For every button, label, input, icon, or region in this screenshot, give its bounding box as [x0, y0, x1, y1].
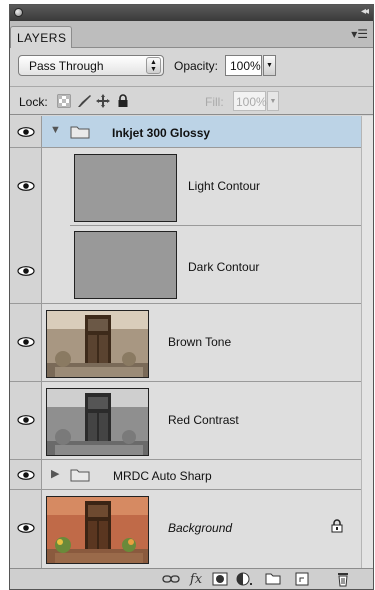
folder-icon: [70, 126, 90, 139]
visibility-toggle[interactable]: [10, 148, 42, 226]
disclosure-triangle-collapsed-icon[interactable]: ▶: [51, 467, 59, 480]
lock-transparent-pixels-icon[interactable]: [57, 94, 71, 108]
layer-row-background[interactable]: Background: [42, 490, 361, 568]
eye-icon: [17, 523, 35, 533]
layer-thumbnail: [74, 231, 177, 299]
layer-name: Dark Contour: [188, 260, 260, 274]
collapse-arrows-icon[interactable]: ◂◂: [361, 6, 369, 17]
new-layer-icon[interactable]: [293, 572, 311, 588]
layer-style-fx-icon[interactable]: fx: [187, 572, 205, 588]
fill-label: Fill:: [205, 95, 224, 109]
layer-thumbnail: [46, 310, 149, 378]
layer-name: Brown Tone: [168, 335, 232, 349]
blend-mode-select[interactable]: Pass Through ▲ ▼: [18, 55, 164, 76]
opacity-label: Opacity:: [174, 59, 219, 73]
visibility-toggle[interactable]: [10, 304, 42, 382]
bottom-toolbar: fx: [10, 568, 373, 589]
fill-field[interactable]: 100%: [233, 91, 267, 111]
lock-label: Lock:: [19, 95, 48, 109]
eye-icon: [17, 337, 35, 347]
layer-name: Light Contour: [188, 179, 261, 193]
folder-icon: [70, 469, 90, 482]
lock-row: Lock: Fill: 100% ▼: [10, 87, 373, 115]
layer-name: Red Contrast: [168, 413, 239, 427]
opacity-field[interactable]: 100%: [225, 55, 262, 76]
layer-row-brown-tone[interactable]: Brown Tone: [42, 304, 361, 382]
layer-name: Inkjet 300 Glossy: [112, 126, 211, 140]
layer-row-group-mrdc[interactable]: ▶ MRDC Auto Sharp: [42, 460, 361, 490]
close-icon[interactable]: [14, 8, 23, 17]
lock-icon: [331, 519, 343, 533]
visibility-toggle[interactable]: [10, 382, 42, 460]
layer-mask-icon[interactable]: [211, 572, 229, 588]
eye-icon: [17, 181, 35, 191]
eye-icon: [17, 415, 35, 425]
layer-row-dark-contour[interactable]: Dark Contour: [70, 226, 361, 304]
eye-icon: [17, 127, 35, 137]
layer-thumbnail: [46, 388, 149, 456]
visibility-toggle[interactable]: [10, 226, 42, 304]
tab-layers[interactable]: LAYERS: [10, 26, 72, 48]
lock-all-icon[interactable]: [116, 94, 130, 108]
visibility-toggle[interactable]: [10, 460, 42, 490]
scrollbar[interactable]: [361, 116, 373, 568]
lock-position-icon[interactable]: [96, 94, 110, 108]
layer-name: MRDC Auto Sharp: [113, 469, 212, 483]
layer-row-light-contour[interactable]: Light Contour: [70, 148, 361, 226]
layer-row-group-inkjet[interactable]: ▼ Inkjet 300 Glossy: [42, 116, 361, 148]
blend-mode-value: Pass Through: [29, 59, 104, 73]
trash-icon[interactable]: [334, 572, 352, 588]
visibility-toggle[interactable]: [10, 116, 42, 148]
disclosure-triangle-expanded-icon[interactable]: ▼: [50, 124, 61, 136]
layer-row-red-contrast[interactable]: Red Contrast: [42, 382, 361, 460]
lock-image-pixels-icon[interactable]: [76, 94, 91, 108]
chevron-updown-icon: ▲ ▼: [146, 57, 161, 74]
visibility-toggle[interactable]: [10, 490, 42, 568]
adjustment-layer-icon[interactable]: [236, 572, 254, 588]
tab-row: LAYERS ▾☰: [10, 21, 373, 48]
panel-menu-icon[interactable]: ▾☰: [351, 27, 368, 41]
new-group-icon[interactable]: [264, 572, 282, 588]
layers-panel: ◂◂ LAYERS ▾☰ Pass Through ▲ ▼ Opacity: 10…: [9, 4, 374, 590]
link-layers-icon[interactable]: [162, 572, 180, 588]
eye-icon: [17, 266, 35, 276]
layer-name: Background: [168, 521, 233, 535]
fill-dropdown-icon[interactable]: ▼: [267, 91, 279, 111]
panel-title-bar[interactable]: ◂◂: [10, 5, 373, 21]
layer-list: ▼ Inkjet 300 Glossy Light Contour Dark C…: [10, 116, 373, 568]
opacity-dropdown-icon[interactable]: ▼: [263, 55, 276, 76]
eye-icon: [17, 470, 35, 480]
blend-mode-row: Pass Through ▲ ▼ Opacity: 100% ▼: [10, 49, 373, 85]
layer-thumbnail: [46, 496, 149, 564]
layer-thumbnail: [74, 154, 177, 222]
